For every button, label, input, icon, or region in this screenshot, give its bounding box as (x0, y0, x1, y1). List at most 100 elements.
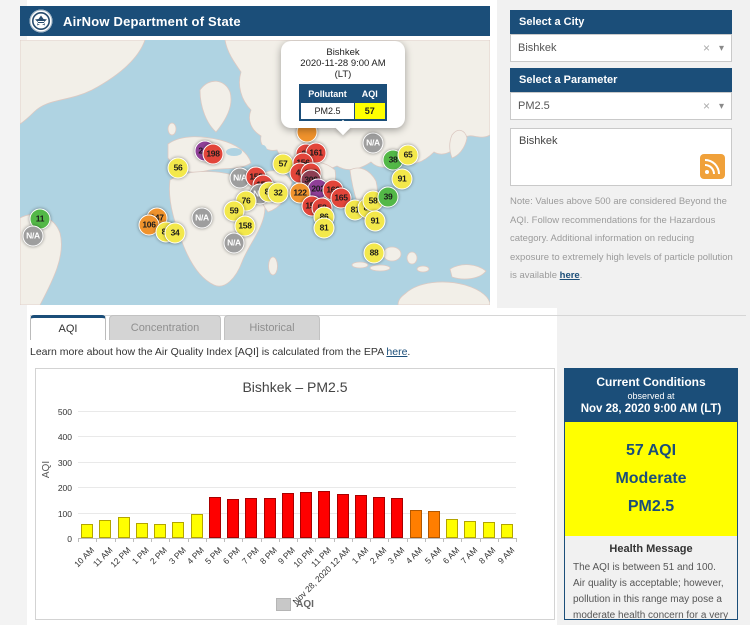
x-tick-mark (279, 538, 280, 542)
x-tick-mark (115, 538, 116, 542)
current-conditions-header: Current Conditions observed at Nov 28, 2… (565, 369, 737, 422)
popup-pollutant-value: PM2.5 (300, 103, 354, 121)
y-tick-label: 300 (46, 458, 72, 468)
x-tick-label: 7 AM (459, 545, 480, 566)
parameter-select[interactable]: PM2.5 × ▾ (510, 92, 732, 120)
aqi-bar (99, 520, 111, 538)
note-here-link[interactable]: here (560, 270, 580, 281)
gridline (78, 462, 516, 463)
aqi-marker[interactable]: 34 (165, 223, 186, 244)
popup-timezone: (LT) (285, 69, 401, 80)
tab-concentration[interactable]: Concentration (109, 315, 221, 340)
aqi-bar (428, 511, 440, 538)
x-tick-mark (352, 538, 353, 542)
aqi-marker[interactable]: 91 (365, 211, 386, 232)
parameter-select-value: PM2.5 (518, 100, 703, 112)
aqi-marker[interactable]: N/A (224, 233, 245, 254)
learn-more-before: Learn more about how the Air Quality Ind… (30, 346, 386, 358)
gridline (78, 487, 516, 488)
aqi-bar (318, 491, 330, 538)
note-text-end: . (580, 270, 583, 281)
popup-aqi-table: Pollutant AQI PM2.5 57 (299, 84, 387, 121)
x-tick-mark (498, 538, 499, 542)
x-tick-label: 8 AM (477, 545, 498, 566)
aqi-marker[interactable]: 81 (314, 218, 335, 239)
x-tick-label: 1 PM (130, 545, 151, 566)
aqi-bar (373, 497, 385, 538)
clear-icon[interactable]: × (703, 41, 710, 55)
x-tick-mark (151, 538, 152, 542)
x-tick-label: 3 AM (386, 545, 407, 566)
popup-datetime: 2020-11-28 9:00 AM (285, 58, 401, 69)
x-tick-label: 8 PM (258, 545, 279, 566)
aqi-bar (464, 521, 476, 538)
app-header: AirNow Department of State (20, 6, 490, 36)
chevron-down-icon[interactable]: ▾ (719, 101, 724, 112)
x-tick-mark (480, 538, 481, 542)
y-tick-label: 400 (46, 432, 72, 442)
current-conditions-panel: Current Conditions observed at Nov 28, 2… (564, 368, 738, 620)
gridline (78, 436, 516, 437)
aqi-marker[interactable]: 32 (268, 183, 289, 204)
learn-more-here-link[interactable]: here (386, 346, 407, 358)
aqi-bar (264, 498, 276, 538)
x-tick-mark (443, 538, 444, 542)
clear-icon[interactable]: × (703, 99, 710, 113)
x-tick-label: 2 PM (148, 545, 169, 566)
aqi-bar (446, 519, 458, 538)
popup-city: Bishkek (285, 47, 401, 58)
tab-aqi[interactable]: AQI (30, 315, 106, 340)
aqi-marker[interactable]: 88 (364, 243, 385, 264)
aqi-marker[interactable]: 56 (168, 158, 189, 179)
aqi-bar (300, 492, 312, 538)
gridline (78, 411, 516, 412)
x-tick-label: 6 PM (221, 545, 242, 566)
aqi-bar (501, 524, 513, 538)
cc-observed-label: observed at (569, 391, 733, 401)
aqi-bar (154, 524, 166, 538)
city-select[interactable]: Bishkek × ▾ (510, 34, 732, 62)
health-message-title: Health Message (573, 543, 729, 555)
cc-aqi-category: Moderate (565, 465, 737, 493)
x-tick-mark (78, 538, 79, 542)
tab-historical[interactable]: Historical (224, 315, 320, 340)
x-tick-mark (516, 538, 517, 542)
aqi-bar (118, 517, 130, 538)
rss-icon[interactable] (700, 154, 725, 179)
y-tick-label: 100 (46, 509, 72, 519)
aqi-marker[interactable]: N/A (363, 133, 384, 154)
chevron-down-icon[interactable]: ▾ (719, 43, 724, 54)
x-tick-mark (242, 538, 243, 542)
aqi-marker[interactable]: N/A (23, 226, 44, 247)
x-tick-label: 5 PM (203, 545, 224, 566)
x-tick-mark (461, 538, 462, 542)
aqi-world-map[interactable]: 11N/A56241198N/A158154N/A853276591581471… (20, 40, 490, 305)
x-tick-label: 2 AM (367, 545, 388, 566)
x-tick-mark (188, 538, 189, 542)
aqi-marker[interactable]: N/A (192, 208, 213, 229)
rss-feed-box: Bishkek (510, 128, 732, 186)
cc-pollutant: PM2.5 (565, 493, 737, 521)
note-text: Note: Values above 500 are considered Be… (510, 196, 733, 281)
aqi-marker[interactable]: 65 (398, 145, 419, 166)
aqi-bar (136, 523, 148, 538)
map-popup: Bishkek 2020-11-28 9:00 AM (LT) Pollutan… (281, 41, 405, 128)
aqi-bar (483, 522, 495, 538)
aqi-bar (410, 510, 422, 538)
popup-aqi-value: 57 (354, 103, 386, 121)
chart-legend: AQI (36, 598, 554, 611)
cc-health-message: Health Message The AQI is between 51 and… (565, 536, 737, 625)
x-tick-label: 3 PM (166, 545, 187, 566)
aqi-marker[interactable]: 198 (203, 144, 224, 165)
beyond-aqi-note: Note: Values above 500 are considered Be… (510, 193, 734, 286)
aqi-bar (337, 494, 349, 538)
aqi-marker[interactable]: 39 (378, 187, 399, 208)
popup-col-pollutant: Pollutant (300, 85, 354, 103)
x-tick-mark (425, 538, 426, 542)
aqi-bar (391, 498, 403, 538)
aqi-bar (282, 493, 294, 538)
popup-col-aqi: AQI (354, 85, 386, 103)
aqi-bar (355, 495, 367, 538)
aqi-marker[interactable]: 91 (392, 169, 413, 190)
y-tick-label: 200 (46, 483, 72, 493)
